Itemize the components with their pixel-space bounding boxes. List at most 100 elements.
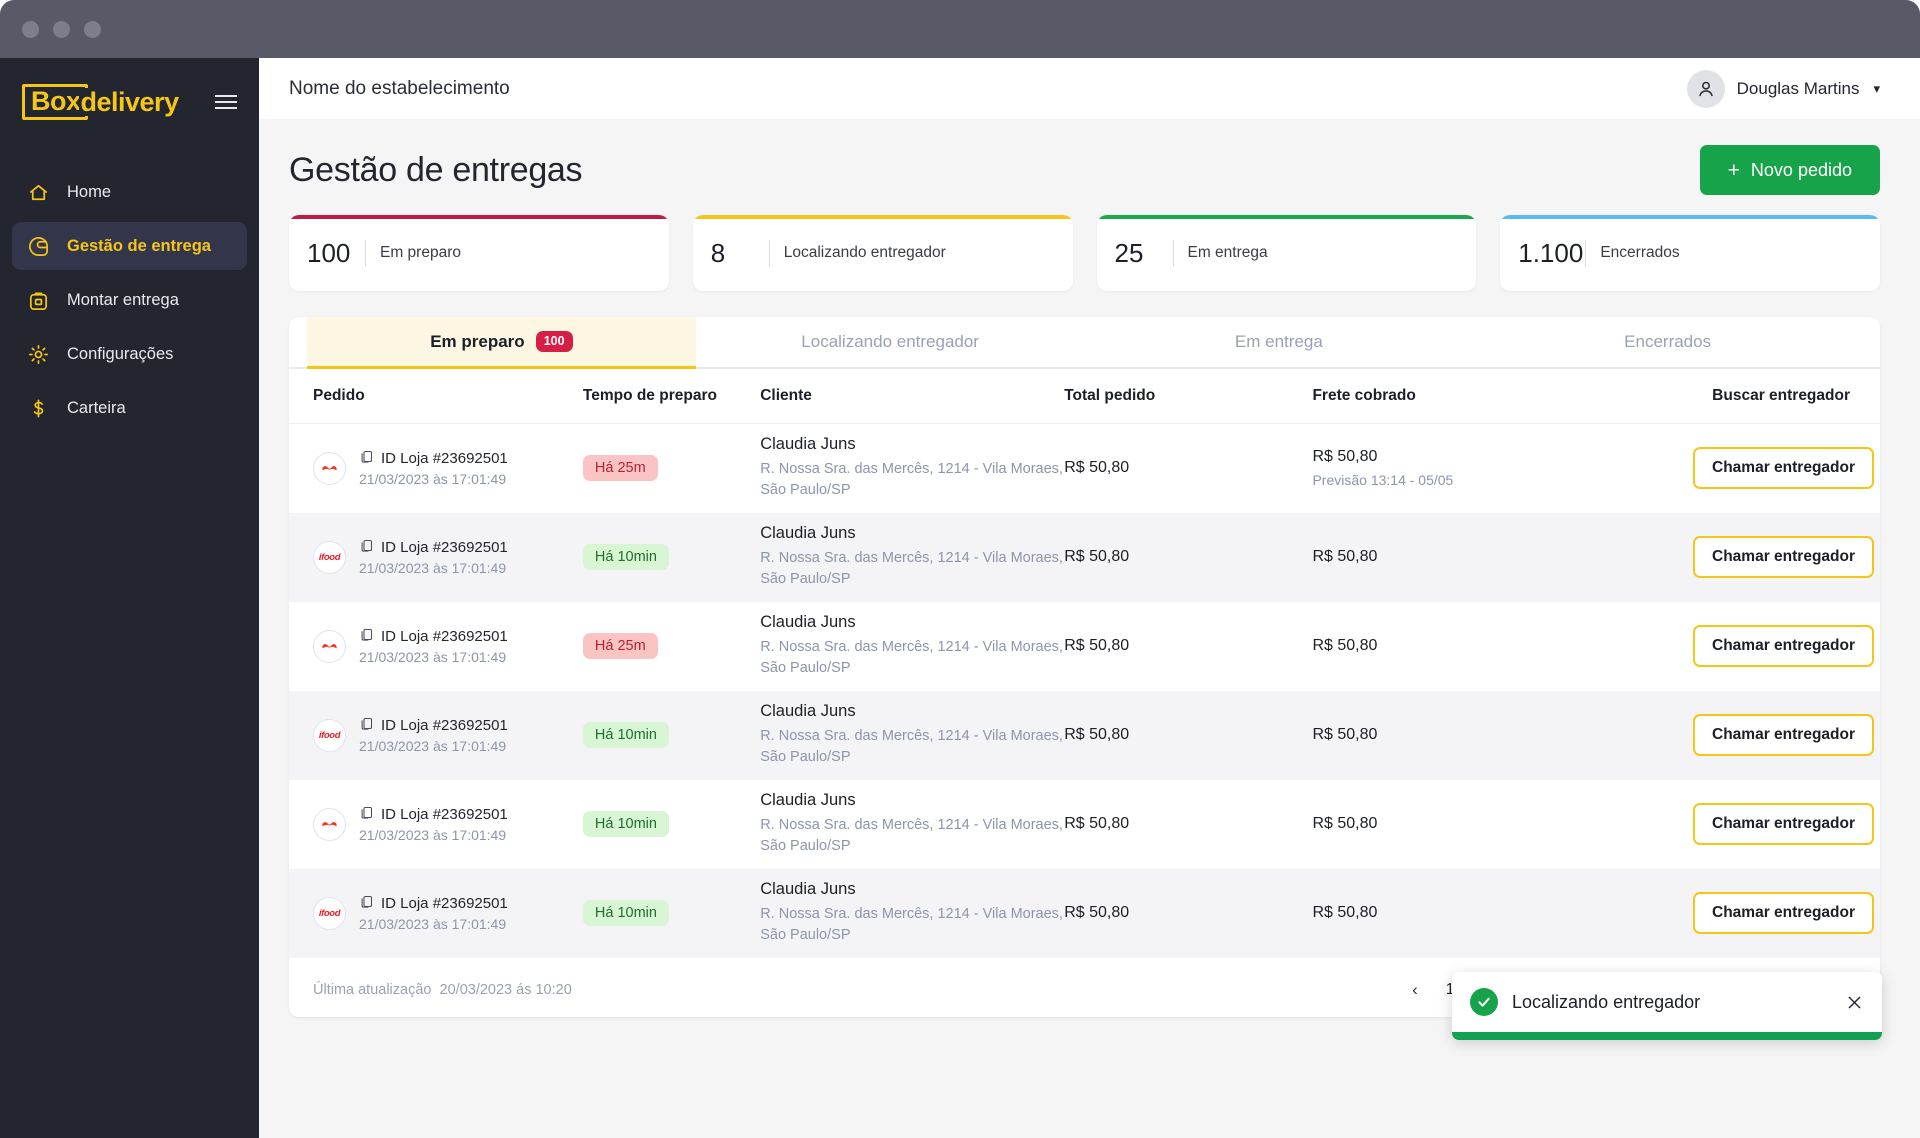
- copy-icon[interactable]: [359, 894, 374, 913]
- client-address: R. Nossa Sra. das Mercês, 1214 - Vila Mo…: [760, 727, 1063, 765]
- table-row[interactable]: ifood ID Loja #23692501 21/03/2023 às 17:0…: [289, 512, 1880, 602]
- cell-total-pedido: R$ 50,80: [1064, 869, 1312, 958]
- freight-value: R$ 50,80: [1312, 726, 1378, 743]
- tab-localizando-entregador[interactable]: Localizando entregador: [696, 317, 1085, 369]
- cell-cliente: Claudia Juns R. Nossa Sra. das Mercês, 12…: [760, 869, 1064, 958]
- table-row[interactable]: ifood ID Loja #23692501 21/03/2023 às 17:0…: [289, 690, 1880, 780]
- prep-time-badge: Há 25m: [582, 633, 658, 659]
- pagination-prev[interactable]: ‹: [1400, 975, 1430, 1005]
- client-name: Claudia Juns: [760, 435, 856, 454]
- client-name: Claudia Juns: [760, 612, 856, 631]
- sidebar-item-label: Gestão de entrega: [67, 236, 211, 255]
- status-card-count: 8: [710, 237, 726, 268]
- status-card-label: Em preparo: [380, 244, 461, 261]
- client-address: R. Nossa Sra. das Mercês, 1214 - Vila Mo…: [760, 549, 1063, 587]
- topbar: Nome do estabelecimento Douglas Martins …: [259, 58, 1920, 119]
- sidebar-item-configuracoes[interactable]: Configurações: [12, 330, 247, 378]
- order-id: ID Loja #23692501: [381, 539, 508, 556]
- cell-buscar-entregador: Chamar entregador: [1586, 424, 1880, 513]
- gear-icon: [26, 342, 50, 366]
- client-name: Claudia Juns: [760, 879, 856, 898]
- copy-icon[interactable]: [359, 449, 374, 468]
- orders-tabs: Em preparo 100 Localizando entregador Em…: [289, 317, 1880, 369]
- copy-icon[interactable]: [359, 716, 374, 735]
- cell-buscar-entregador: Chamar entregador: [1586, 602, 1880, 691]
- sidebar-item-gestao-de-entrega[interactable]: Gestão de entrega: [12, 222, 247, 270]
- copy-icon[interactable]: [359, 805, 374, 824]
- status-card-em-preparo[interactable]: 100 Em preparo: [289, 215, 669, 291]
- call-courier-button[interactable]: Chamar entregador: [1693, 447, 1874, 490]
- freight-value: R$ 50,80: [1312, 904, 1378, 921]
- ifood-logo-text: ifood: [318, 907, 341, 919]
- status-card-localizando-entregador[interactable]: 8 Localizando entregador: [692, 215, 1073, 291]
- freight-value: R$ 50,80: [1312, 637, 1378, 654]
- cell-buscar-entregador: Chamar entregador: [1586, 691, 1880, 780]
- window-maximize-dot[interactable]: [84, 20, 101, 38]
- table-row[interactable]: ifood ID Loja #23692501 21/03/2023 às 17:0…: [289, 868, 1880, 958]
- establishment-name: Nome do estabelecimento: [289, 77, 510, 99]
- tab-em-preparo[interactable]: Em preparo 100: [307, 317, 696, 369]
- copy-icon[interactable]: [359, 627, 374, 646]
- status-card-em-entrega[interactable]: 25 Em entrega: [1096, 215, 1477, 291]
- tab-badge: 100: [535, 331, 573, 352]
- window-close-dot[interactable]: [22, 20, 39, 38]
- close-icon[interactable]: [1845, 993, 1864, 1012]
- toast-notification: Localizando entregador: [1452, 972, 1882, 1040]
- sidebar-item-label: Montar entrega: [67, 290, 179, 309]
- freight-value: R$ 50,80: [1312, 448, 1378, 466]
- cell-total-pedido: R$ 50,80: [1064, 424, 1312, 513]
- sidebar-item-label: Carteira: [67, 398, 126, 417]
- tab-em-entrega[interactable]: Em entrega: [1085, 317, 1474, 369]
- copy-icon[interactable]: [359, 538, 374, 557]
- cell-pedido: ID Loja #23692501 21/03/2023 às 17:01:49: [289, 424, 583, 513]
- freight-value: R$ 50,80: [1312, 548, 1378, 565]
- cell-total-pedido: R$ 50,80: [1064, 691, 1312, 780]
- new-order-label: Novo pedido: [1750, 159, 1852, 180]
- ifood-logo-icon: ifood: [313, 896, 346, 930]
- prep-time-badge: Há 10min: [582, 811, 669, 837]
- client-name: Claudia Juns: [760, 523, 856, 542]
- freight-value: R$ 50,80: [1312, 815, 1378, 832]
- orders-table-head: Pedido Tempo de preparo Cliente Total pe…: [289, 369, 1880, 424]
- order-id: ID Loja #23692501: [381, 450, 508, 468]
- app-logo[interactable]: Box delivery: [22, 84, 179, 120]
- sidebar-brand-row: Box delivery: [0, 58, 259, 146]
- sidebar-item-home[interactable]: Home: [12, 168, 247, 216]
- rappi-logo-icon: [313, 451, 346, 485]
- divider: [1585, 240, 1587, 266]
- call-courier-button[interactable]: Chamar entregador: [1693, 625, 1874, 667]
- user-menu[interactable]: Douglas Martins ▾: [1686, 69, 1880, 108]
- order-id: ID Loja #23692501: [381, 717, 508, 734]
- call-courier-button[interactable]: Chamar entregador: [1693, 536, 1874, 578]
- column-header-buscar: Buscar entregador: [1586, 369, 1880, 424]
- sidebar-item-carteira[interactable]: Carteira: [12, 384, 247, 432]
- client-name: Claudia Juns: [760, 701, 856, 720]
- user-name: Douglas Martins: [1736, 78, 1860, 98]
- order-datetime: 21/03/2023 às 17:01:49: [359, 916, 507, 932]
- status-card-encerrados[interactable]: 1.100 Encerrados: [1500, 215, 1880, 291]
- status-card-count: 1.100: [1518, 237, 1584, 268]
- table-row[interactable]: ID Loja #23692501 21/03/2023 às 17:01:49 H…: [289, 780, 1880, 869]
- client-address: R. Nossa Sra. das Mercês, 1214 - Vila Mo…: [760, 905, 1063, 943]
- main-content: Nome do estabelecimento Douglas Martins …: [259, 58, 1920, 1138]
- tab-label: Em entrega: [1234, 331, 1323, 351]
- table-row[interactable]: ID Loja #23692501 21/03/2023 às 17:01:49 H…: [289, 424, 1880, 513]
- window-minimize-dot[interactable]: [53, 20, 70, 38]
- call-courier-button[interactable]: Chamar entregador: [1693, 892, 1874, 934]
- cell-frete-cobrado: R$ 50,80 Previsão 13:14 - 05/05: [1312, 424, 1586, 513]
- cell-buscar-entregador: Chamar entregador: [1586, 780, 1880, 869]
- sidebar-item-label: Configurações: [67, 344, 174, 363]
- sidebar-item-montar-entrega[interactable]: Montar entrega: [12, 276, 247, 324]
- status-card-count: 100: [307, 237, 351, 268]
- call-courier-button[interactable]: Chamar entregador: [1693, 714, 1874, 756]
- tab-label: Encerrados: [1624, 331, 1712, 351]
- table-row[interactable]: ID Loja #23692501 21/03/2023 às 17:01:49 H…: [289, 602, 1880, 691]
- order-total: R$ 50,80: [1064, 726, 1130, 743]
- new-order-button[interactable]: + Novo pedido: [1699, 145, 1880, 195]
- cell-cliente: Claudia Juns R. Nossa Sra. das Mercês, 12…: [760, 780, 1064, 869]
- hamburger-icon[interactable]: [215, 95, 237, 109]
- chevron-down-icon: ▾: [1873, 80, 1880, 96]
- tab-encerrados[interactable]: Encerrados: [1473, 317, 1862, 369]
- cell-frete-cobrado: R$ 50,80: [1312, 602, 1586, 691]
- call-courier-button[interactable]: Chamar entregador: [1693, 803, 1874, 845]
